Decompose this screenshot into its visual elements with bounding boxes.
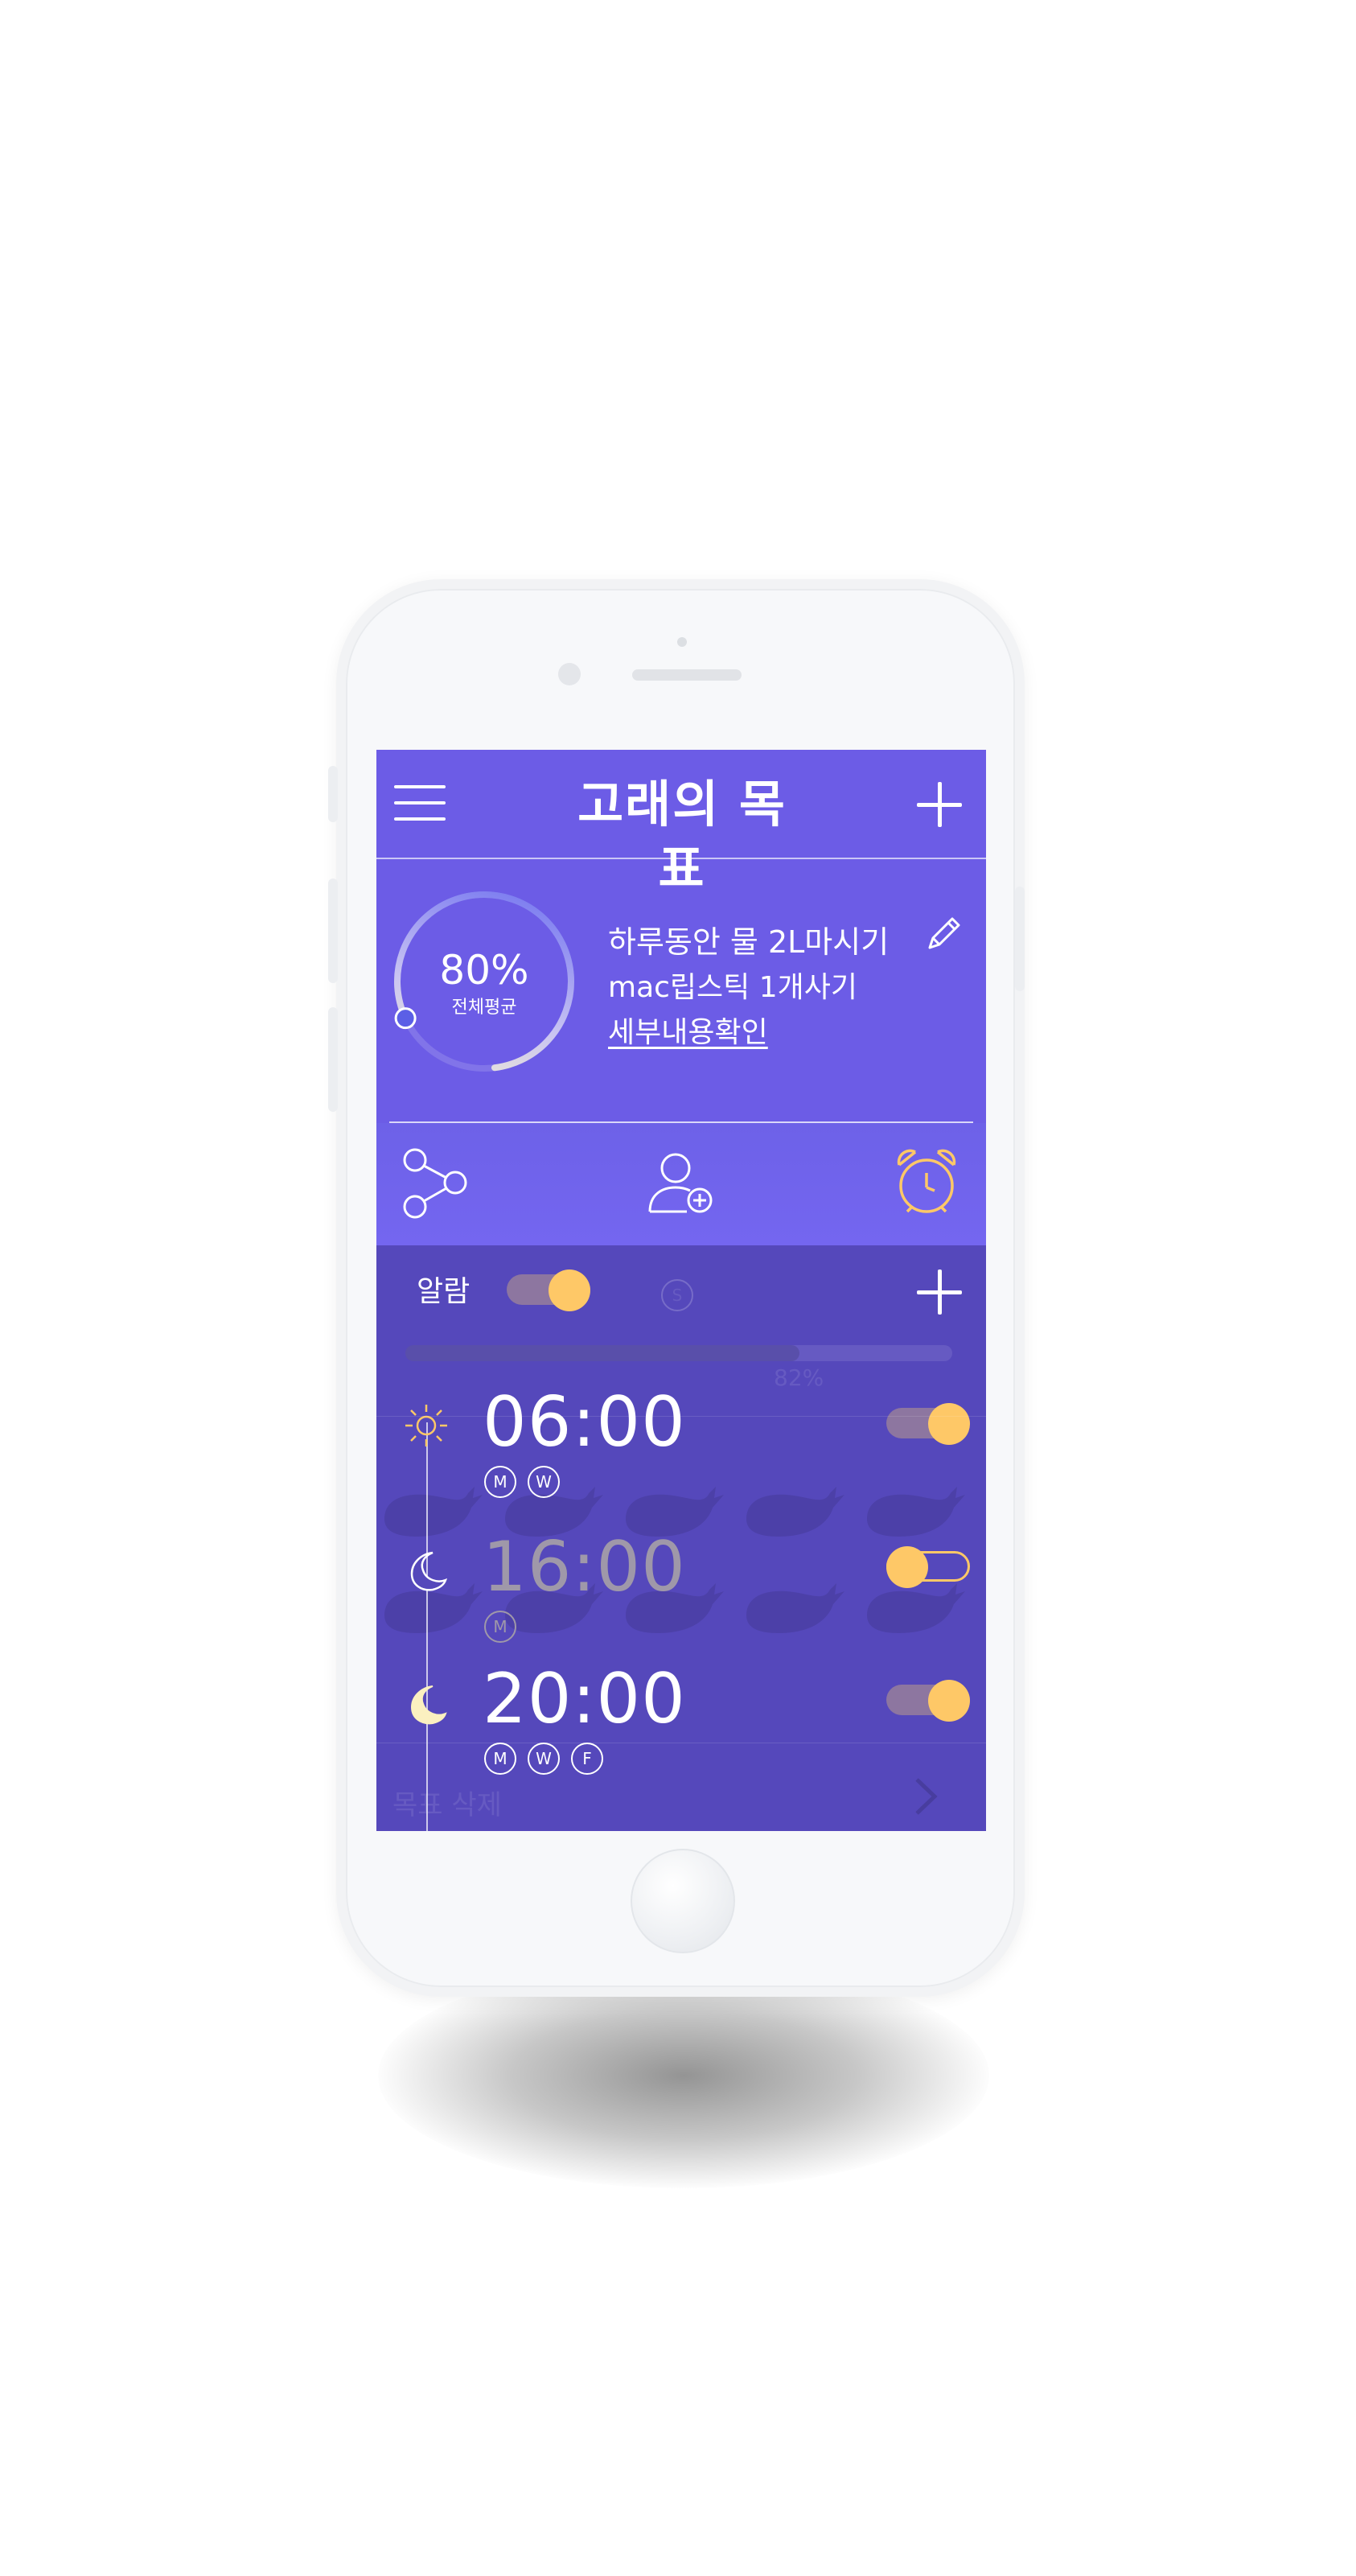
sun-icon xyxy=(405,1405,447,1446)
volume-down-button xyxy=(328,1007,338,1112)
pencil-edit-icon[interactable] xyxy=(923,912,965,954)
app-logo-title: 고래의 목표 xyxy=(577,775,787,898)
proximity-sensor xyxy=(677,637,687,647)
day-badge-monday: M xyxy=(484,1743,516,1775)
alarm-toggle-2[interactable] xyxy=(886,1546,970,1588)
home-button[interactable] xyxy=(631,1849,735,1953)
front-camera xyxy=(558,663,581,685)
alarm-label: 알람 xyxy=(417,1275,470,1308)
add-friend-icon[interactable] xyxy=(642,1144,719,1221)
alarm-panel: S 82% 목표 삭제 알람 06:00 M W 16:00 M 20:00 M… xyxy=(376,1245,986,1831)
app-screen: 고래의 목표 80% 전체평균 하루동안 물 2L마시기 mac립스틱 1개사기… xyxy=(376,750,986,1831)
power-button xyxy=(1015,887,1025,991)
ghost-delete-label: 목표 삭제 xyxy=(392,1789,502,1821)
alarm-master-toggle[interactable] xyxy=(507,1269,590,1311)
mute-switch xyxy=(328,766,338,822)
alarm-time-2[interactable]: 16:00 xyxy=(483,1529,686,1606)
crescent-moon-outline-icon xyxy=(410,1551,448,1591)
add-alarm-plus-icon[interactable] xyxy=(917,1269,962,1315)
add-goal-plus-icon[interactable] xyxy=(917,782,962,827)
alarm-timeline xyxy=(426,1422,428,1831)
goal-item-1: 하루동안 물 2L마시기 xyxy=(608,924,890,960)
row-separator xyxy=(376,1416,986,1417)
phone-frame: 고래의 목표 80% 전체평균 하루동안 물 2L마시기 mac립스틱 1개사기… xyxy=(328,579,1025,1997)
ghost-progress-bar xyxy=(405,1345,952,1361)
day-badge-wednesday: W xyxy=(528,1743,560,1775)
day-badge-friday: F xyxy=(571,1743,603,1775)
ghost-progress-fill xyxy=(405,1345,799,1361)
alarm-time-3[interactable]: 20:00 xyxy=(483,1660,686,1738)
goal-item-2: mac립스틱 1개사기 xyxy=(608,971,857,1004)
alarm-toggle-1[interactable] xyxy=(886,1403,970,1445)
hamburger-menu-icon[interactable] xyxy=(394,785,446,822)
day-badge-monday: M xyxy=(484,1466,516,1498)
alarm-days-2: M xyxy=(484,1611,528,1643)
volume-up-button xyxy=(328,879,338,983)
chevron-right-icon xyxy=(915,1778,938,1815)
day-badge-wednesday: W xyxy=(528,1466,560,1498)
alarm-time-1[interactable]: 06:00 xyxy=(483,1384,686,1461)
detail-link[interactable]: 세부내용확인 xyxy=(608,1009,768,1051)
overall-percent-label: 전체평균 xyxy=(451,998,517,1018)
phone-shadow xyxy=(378,1963,989,2188)
day-badge-monday: M xyxy=(484,1611,516,1643)
goal-summary: 80% 전체평균 하루동안 물 2L마시기 mac립스틱 1개사기 세부내용확인 xyxy=(376,859,986,1121)
app-header: 고래의 목표 xyxy=(376,750,986,898)
crescent-moon-filled-icon xyxy=(410,1685,447,1725)
share-icon[interactable] xyxy=(397,1144,475,1221)
earpiece-speaker xyxy=(632,669,742,681)
alarm-toggle-3[interactable] xyxy=(886,1680,970,1722)
alarm-days-3: MWF xyxy=(484,1743,614,1775)
overall-percent: 80% xyxy=(439,947,529,994)
ghost-progress-text: 82% xyxy=(774,1364,824,1391)
ghost-s-char: S xyxy=(661,1279,693,1311)
action-row xyxy=(376,1123,986,1245)
alarm-clock-icon[interactable] xyxy=(888,1144,965,1221)
alarm-days-1: MW xyxy=(484,1466,571,1498)
